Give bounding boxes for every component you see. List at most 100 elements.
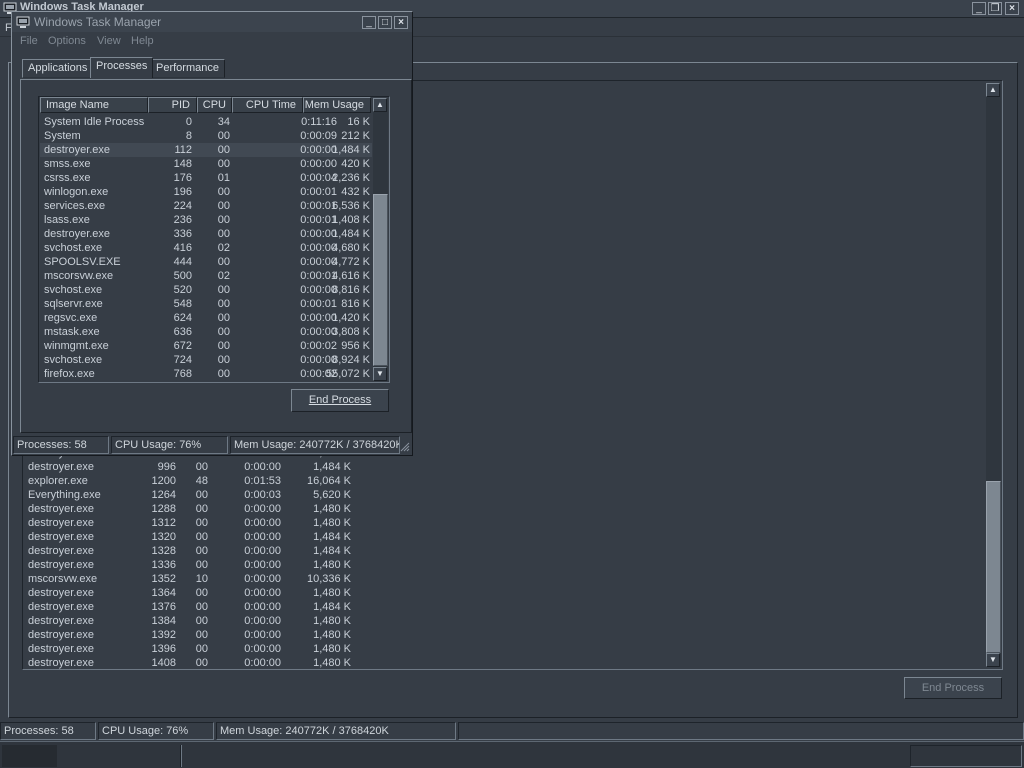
table-row[interactable]: services.exe 224 00 0:00:01 6,536 K (40, 199, 372, 213)
table-row[interactable]: destroyer.exe 1320 00 0:00:00 1,484 K (23, 530, 423, 544)
column-header-image-name[interactable]: Image Name (40, 97, 148, 113)
cell-mem-usage: 4,772 K (332, 256, 370, 268)
cell-mem-usage: 2,236 K (332, 172, 370, 184)
cell-image-name: destroyer.exe (28, 643, 95, 655)
cell-mem-usage: 4,616 K (332, 270, 370, 282)
cell-image-name: svchost.exe (44, 242, 103, 254)
cell-image-name: SPOOLSV.EXE (44, 256, 121, 268)
table-row[interactable]: winlogon.exe 196 00 0:00:01 432 K (40, 185, 372, 199)
table-row[interactable]: smss.exe 148 00 0:00:00 420 K (40, 157, 372, 171)
cell-mem-usage: 8,816 K (332, 284, 370, 296)
tab-performance[interactable]: Performance (150, 59, 225, 78)
task-manager-monitor-icon (16, 16, 30, 29)
table-row[interactable]: mscorsvw.exe 500 02 0:00:01 4,616 K (40, 269, 372, 283)
table-row[interactable]: lsass.exe 236 00 0:00:01 1,408 K (40, 213, 372, 227)
table-row[interactable]: destroyer.exe 1392 00 0:00:00 1,480 K (23, 628, 423, 642)
table-row[interactable]: mstask.exe 636 00 0:00:00 3,808 K (40, 325, 372, 339)
cell-pid: 1264 (151, 489, 176, 501)
table-row[interactable]: destroyer.exe 1288 00 0:00:00 1,480 K (23, 502, 423, 516)
fg-scrollbar[interactable]: ▲ ▼ (373, 98, 388, 381)
cell-mem-usage: 1,484 K (313, 545, 351, 557)
tab-processes[interactable]: Processes (90, 57, 154, 78)
menu-options[interactable]: Options (48, 35, 86, 47)
column-header-cpu-time[interactable]: CPU Time (232, 97, 303, 113)
taskbar-start-area[interactable] (2, 745, 57, 767)
table-row[interactable]: destroyer.exe 996 00 0:00:00 1,484 K (23, 460, 423, 474)
menu-help[interactable]: Help (131, 35, 154, 47)
table-row[interactable]: SPOOLSV.EXE 444 00 0:00:00 4,772 K (40, 255, 372, 269)
bg-end-process-button[interactable]: End Process (904, 677, 1002, 699)
table-row[interactable]: sqlservr.exe 548 00 0:00:01 816 K (40, 297, 372, 311)
table-row[interactable]: explorer.exe 1200 48 0:01:53 16,064 K (23, 474, 423, 488)
cell-pid: 8 (185, 130, 192, 142)
table-row[interactable]: destroyer.exe 1408 00 0:00:00 1,480 K (23, 656, 423, 669)
tab-performance-label: Performance (156, 62, 219, 74)
end-process-button[interactable]: End Process (291, 389, 389, 412)
table-row[interactable]: svchost.exe 724 00 0:00:00 8,924 K (40, 353, 372, 367)
fg-scroll-thumb[interactable] (373, 194, 388, 366)
menu-file[interactable]: File (20, 35, 38, 47)
cell-image-name: smss.exe (44, 158, 91, 170)
table-row[interactable]: System Idle Process 0 34 0:11:16 16 K (40, 115, 372, 129)
cell-mem-usage: 8,924 K (332, 354, 370, 366)
bg-scroll-thumb[interactable] (986, 481, 1001, 653)
table-row[interactable]: regsvc.exe 624 00 0:00:00 1,420 K (40, 311, 372, 325)
minimize-icon[interactable]: _ (362, 16, 376, 29)
tab-applications-label: Applications (28, 62, 88, 74)
scroll-down-arrow-icon[interactable]: ▼ (373, 367, 387, 381)
table-row[interactable]: destroyer.exe 1376 00 0:00:00 1,484 K (23, 600, 423, 614)
table-row[interactable]: System 8 00 0:00:09 212 K (40, 129, 372, 143)
close-icon[interactable]: × (394, 16, 408, 29)
table-row[interactable]: destroyer.exe 1396 00 0:00:00 1,480 K (23, 642, 423, 656)
tab-processes-label: Processes (96, 60, 148, 72)
cell-mem-usage: 1,484 K (313, 461, 351, 473)
resize-grip-icon[interactable] (400, 442, 410, 452)
table-row[interactable]: destroyer.exe 1328 00 0:00:00 1,484 K (23, 544, 423, 558)
minimize-icon[interactable]: _ (972, 2, 986, 15)
menu-view[interactable]: View (97, 35, 121, 47)
maximize-icon[interactable]: □ (378, 16, 392, 29)
table-row[interactable]: svchost.exe 520 00 0:00:00 8,816 K (40, 283, 372, 297)
cell-image-name: destroyer.exe (28, 601, 95, 613)
table-row[interactable]: destroyer.exe 112 00 0:00:00 1,484 K (40, 143, 372, 157)
cell-cpu: 00 (195, 601, 208, 613)
table-row[interactable]: csrss.exe 176 01 0:00:04 2,236 K (40, 171, 372, 185)
cell-image-name: mscorsvw.exe (44, 270, 114, 282)
table-row[interactable]: destroyer.exe 336 00 0:00:00 1,484 K (40, 227, 372, 241)
cell-mem-usage: 6,536 K (332, 200, 370, 212)
table-row[interactable]: winmgmt.exe 672 00 0:00:02 956 K (40, 339, 372, 353)
fg-title-bar[interactable]: Windows Task Manager _ □ × (12, 12, 412, 32)
cell-pid: 196 (173, 186, 192, 198)
table-row[interactable]: destroyer.exe 1364 00 0:00:00 1,480 K (23, 586, 423, 600)
cell-cpu: 00 (217, 284, 230, 296)
cell-pid: 724 (173, 354, 192, 366)
cell-cpu: 48 (195, 475, 208, 487)
cell-cpu: 00 (195, 657, 208, 669)
cell-cpu: 00 (217, 312, 230, 324)
cell-cpu: 00 (195, 629, 208, 641)
column-header-pid[interactable]: PID (148, 97, 197, 113)
table-row[interactable]: Everything.exe 1264 00 0:00:03 5,620 K (23, 488, 423, 502)
taskbar (0, 741, 1024, 768)
close-icon[interactable]: × (1005, 2, 1019, 15)
cell-mem-usage: 1,484 K (332, 144, 370, 156)
restore-icon[interactable]: ❐ (988, 2, 1002, 15)
cell-cpu: 00 (217, 214, 230, 226)
table-row[interactable]: destroyer.exe 1336 00 0:00:00 1,480 K (23, 558, 423, 572)
table-row[interactable]: mscorsvw.exe 1352 10 0:00:00 10,336 K (23, 572, 423, 586)
column-header-cpu[interactable]: CPU (197, 97, 232, 113)
bg-scrollbar[interactable]: ▲ ▼ (986, 83, 1001, 667)
scroll-up-arrow-icon[interactable]: ▲ (986, 83, 1000, 97)
cell-mem-usage: 10,336 K (306, 573, 351, 585)
cell-mem-usage: 16 K (347, 116, 370, 128)
column-header-mem-usage[interactable]: Mem Usage (303, 97, 371, 113)
scroll-up-arrow-icon[interactable]: ▲ (373, 98, 387, 112)
table-row[interactable]: svchost.exe 416 02 0:00:00 4,680 K (40, 241, 372, 255)
table-row[interactable]: destroyer.exe 1312 00 0:00:00 1,480 K (23, 516, 423, 530)
tab-applications[interactable]: Applications (22, 59, 94, 78)
table-row[interactable]: firefox.exe 768 00 0:00:02 55,072 K (40, 367, 372, 381)
table-row[interactable]: destroyer.exe 1384 00 0:00:00 1,480 K (23, 614, 423, 628)
cell-image-name: destroyer.exe (28, 461, 95, 473)
cell-mem-usage: 1,480 K (313, 629, 351, 641)
scroll-down-arrow-icon[interactable]: ▼ (986, 653, 1000, 667)
